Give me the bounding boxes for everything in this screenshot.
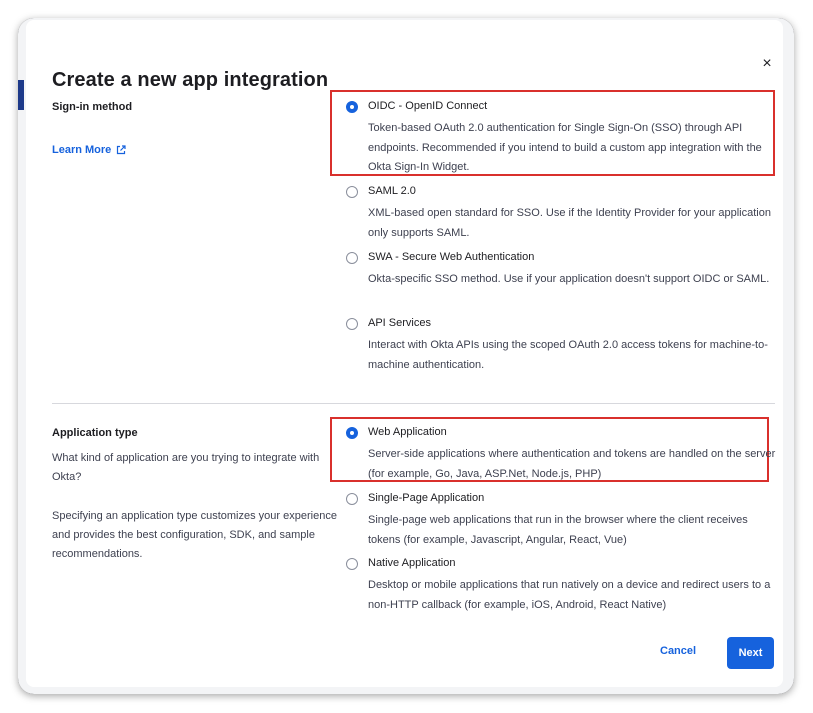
option-single-page-application[interactable]: Single-Page Application Single-page web … (346, 492, 774, 546)
background-nav-stripe (18, 80, 24, 110)
option-description: Interact with Okta APIs using the scoped… (368, 339, 768, 371)
learn-more-link[interactable]: Learn More (52, 144, 126, 156)
option-description: XML-based open standard for SSO. Use if … (368, 207, 771, 239)
application-type-question: What kind of application are you trying … (52, 452, 320, 483)
application-type-heading: Application type (52, 427, 138, 439)
option-description: Desktop or mobile applications that run … (368, 579, 771, 611)
option-description: Token-based OAuth 2.0 authentication for… (368, 122, 762, 173)
option-title: API Services (368, 317, 431, 329)
create-app-dialog: × Create a new app integration Sign-in m… (26, 20, 783, 687)
application-type-hint: Specifying an application type customize… (52, 510, 337, 560)
radio-web-application[interactable] (346, 427, 358, 439)
option-title: Web Application (368, 426, 447, 438)
option-description: Okta-specific SSO method. Use if your ap… (368, 273, 770, 285)
option-swa[interactable]: SWA - Secure Web Authentication Okta-spe… (346, 251, 774, 301)
external-link-icon (117, 145, 126, 155)
learn-more-label: Learn More (52, 144, 112, 156)
option-title: Native Application (368, 557, 456, 569)
option-title: SWA - Secure Web Authentication (368, 251, 535, 263)
window-frame: × Create a new app integration Sign-in m… (18, 18, 794, 694)
option-description: Single-page web applications that run in… (368, 514, 748, 546)
option-title: OIDC - OpenID Connect (368, 100, 488, 112)
cancel-button[interactable]: Cancel (660, 645, 696, 657)
radio-swa[interactable] (346, 252, 358, 264)
dialog-title: Create a new app integration (52, 69, 329, 91)
next-button[interactable]: Next (727, 637, 774, 669)
option-api-services[interactable]: API Services Interact with Okta APIs usi… (346, 317, 774, 371)
option-title: Single-Page Application (368, 492, 485, 504)
option-oidc[interactable]: OIDC - OpenID Connect Token-based OAuth … (346, 100, 774, 173)
sign-in-method-heading: Sign-in method (52, 101, 133, 113)
section-divider (52, 403, 775, 404)
option-native-application[interactable]: Native Application Desktop or mobile app… (346, 557, 774, 611)
radio-single-page-application[interactable] (346, 493, 358, 505)
radio-native-application[interactable] (346, 558, 358, 570)
option-saml[interactable]: SAML 2.0 XML-based open standard for SSO… (346, 185, 774, 239)
option-description: Server-side applications where authentic… (368, 448, 776, 480)
option-title: SAML 2.0 (368, 185, 416, 197)
option-web-application[interactable]: Web Application Server-side applications… (346, 426, 775, 480)
radio-saml[interactable] (346, 186, 358, 198)
close-icon[interactable]: × (759, 56, 775, 72)
radio-api-services[interactable] (346, 318, 358, 330)
radio-oidc[interactable] (346, 101, 358, 113)
